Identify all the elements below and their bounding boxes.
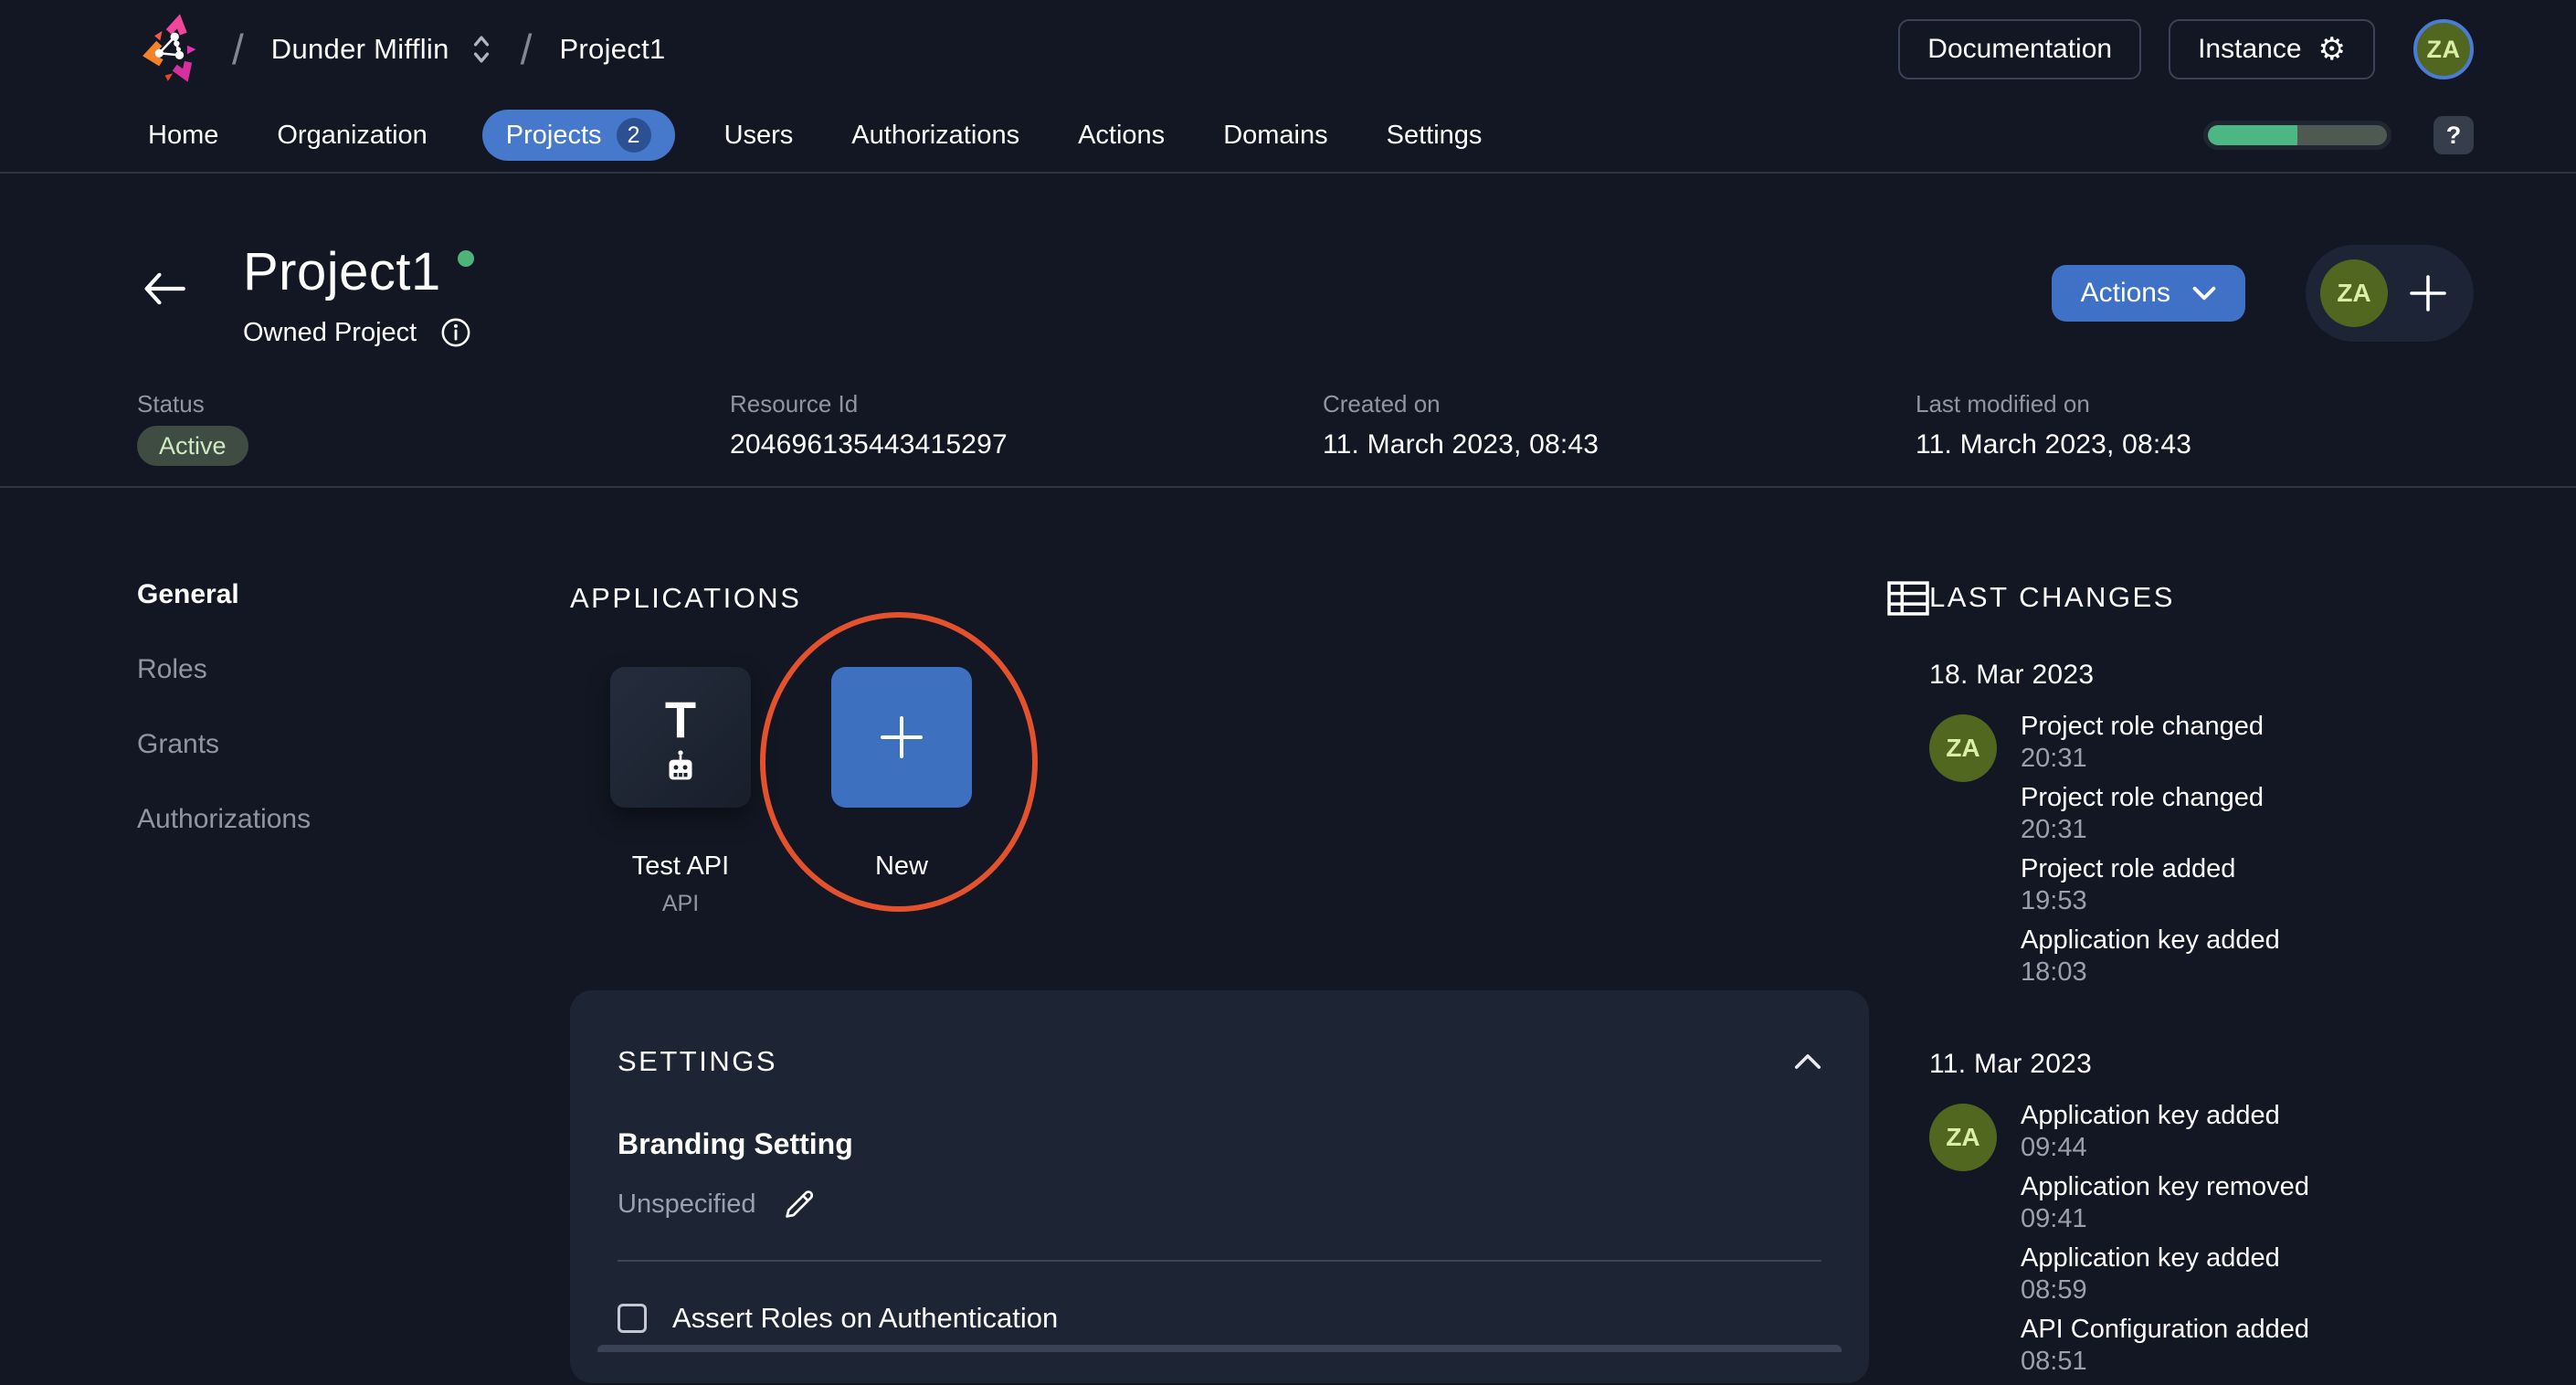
plus-icon bbox=[876, 712, 927, 763]
sidebar-item-authorizations[interactable]: Authorizations bbox=[137, 804, 570, 835]
resource-id-value: 204696135443415297 bbox=[730, 429, 1008, 460]
change-group: 18. Mar 2023 ZA Project role changed 20:… bbox=[1929, 660, 2476, 996]
branding-setting-value: Unspecified bbox=[618, 1189, 756, 1219]
status-label: Status bbox=[137, 390, 205, 418]
new-app-label: New bbox=[874, 851, 928, 881]
application-tiles: T Test API API New bbox=[570, 612, 1929, 917]
settings-title: SETTINGS bbox=[618, 1045, 778, 1077]
tab-actions[interactable]: Actions bbox=[1074, 121, 1168, 151]
branding-setting-label: Branding Setting bbox=[618, 1127, 853, 1160]
next-section-edge bbox=[597, 1345, 1842, 1352]
instance-button[interactable]: Instance bbox=[2169, 19, 2375, 79]
instance-label: Instance bbox=[2198, 34, 2302, 64]
back-button[interactable] bbox=[143, 272, 186, 305]
project-side-nav: General Roles Grants Authorizations bbox=[137, 488, 570, 879]
edit-branding-button[interactable] bbox=[782, 1187, 817, 1221]
members-pill: ZA bbox=[2306, 245, 2474, 342]
change-event: Application key removed 09:41 bbox=[2021, 1172, 2309, 1233]
tab-organization[interactable]: Organization bbox=[273, 121, 430, 151]
last-modified-value: 11. March 2023, 08:43 bbox=[1916, 429, 2192, 460]
app-type: API bbox=[661, 891, 700, 916]
change-avatar: ZA bbox=[1929, 714, 1997, 782]
user-avatar[interactable]: ZA bbox=[2413, 19, 2474, 79]
created-on-value: 11. March 2023, 08:43 bbox=[1323, 429, 1599, 460]
sidebar-item-general[interactable]: General bbox=[137, 579, 570, 610]
quota-progress-bar bbox=[2203, 121, 2391, 150]
tab-domains[interactable]: Domains bbox=[1219, 121, 1331, 151]
assert-roles-checkbox[interactable] bbox=[618, 1304, 647, 1333]
tab-users[interactable]: Users bbox=[721, 121, 797, 151]
tab-projects-label: Projects bbox=[505, 120, 602, 150]
breadcrumb-separator bbox=[521, 25, 533, 74]
status-dot bbox=[457, 250, 474, 267]
project-subtitle: Owned Project bbox=[243, 317, 417, 347]
change-date: 18. Mar 2023 bbox=[1929, 660, 2095, 690]
change-event: API Configuration added 08:51 bbox=[2021, 1315, 2309, 1376]
project-header: Project1 Owned Project Actions ZA bbox=[0, 174, 2576, 348]
change-event: Application key added 09:44 bbox=[2021, 1101, 2280, 1162]
gear-icon bbox=[2318, 34, 2346, 65]
documentation-button[interactable]: Documentation bbox=[1898, 19, 2142, 79]
tab-projects[interactable]: Projects 2 bbox=[481, 110, 675, 161]
change-event: Application key added 18:03 bbox=[2021, 925, 2280, 987]
top-bar: Dunder Mifflin Project1 Documentation In… bbox=[0, 0, 2576, 99]
add-member-button[interactable] bbox=[2406, 271, 2450, 315]
tab-authorizations[interactable]: Authorizations bbox=[848, 121, 1023, 151]
last-changes-title: LAST CHANGES bbox=[1929, 581, 2175, 613]
app-tile-test-api[interactable]: T bbox=[610, 667, 751, 808]
applications-title: APPLICATIONS bbox=[570, 582, 802, 614]
settings-card: SETTINGS Branding Setting Unspecified As… bbox=[570, 990, 1869, 1383]
sidebar-item-grants[interactable]: Grants bbox=[137, 729, 570, 760]
bot-icon bbox=[661, 749, 700, 786]
tab-settings[interactable]: Settings bbox=[1383, 121, 1486, 151]
project-meta: Status Active Resource Id 20469613544341… bbox=[0, 390, 2576, 466]
page-title: Project1 bbox=[243, 241, 474, 302]
tab-home[interactable]: Home bbox=[144, 121, 222, 151]
settings-divider bbox=[618, 1260, 1821, 1262]
org-switcher[interactable]: Dunder Mifflin bbox=[271, 33, 493, 66]
breadcrumb-separator bbox=[232, 25, 244, 74]
info-icon[interactable] bbox=[440, 317, 471, 348]
assert-roles-label: Assert Roles on Authentication bbox=[672, 1302, 1059, 1334]
collapse-settings-button[interactable] bbox=[1794, 1053, 1821, 1070]
change-event: Project role changed 20:31 bbox=[2021, 712, 2264, 773]
documentation-label: Documentation bbox=[1927, 34, 2113, 64]
actions-button-label: Actions bbox=[2080, 278, 2170, 308]
zitadel-logo[interactable] bbox=[137, 14, 205, 85]
last-changes-panel: LAST CHANGES 18. Mar 2023 ZA Project rol… bbox=[1929, 488, 2476, 1385]
app-initial: T bbox=[664, 690, 697, 748]
main-nav: Home Organization Projects 2 Users Autho… bbox=[0, 99, 2576, 174]
org-name: Dunder Mifflin bbox=[270, 33, 449, 65]
breadcrumb-project[interactable]: Project1 bbox=[559, 33, 665, 66]
new-app-tile[interactable] bbox=[831, 667, 972, 808]
actions-button[interactable]: Actions bbox=[2051, 265, 2245, 322]
change-group: 11. Mar 2023 ZA Application key added 09… bbox=[1929, 1049, 2476, 1385]
unfold-more-icon bbox=[470, 33, 493, 66]
change-event: Project role changed 20:31 bbox=[2021, 783, 2264, 844]
chevron-down-icon bbox=[2192, 286, 2216, 301]
change-date: 11. Mar 2023 bbox=[1929, 1049, 2093, 1079]
projects-count-badge: 2 bbox=[616, 118, 651, 153]
change-event: Application key added 08:59 bbox=[2021, 1243, 2280, 1305]
status-badge: Active bbox=[137, 426, 248, 466]
help-button[interactable]: ? bbox=[2433, 116, 2474, 154]
sidebar-item-roles[interactable]: Roles bbox=[137, 654, 570, 685]
resource-id-label: Resource Id bbox=[730, 390, 859, 418]
change-event: Project role added 19:53 bbox=[2021, 854, 2236, 915]
quota-progress-fill bbox=[2208, 125, 2297, 145]
app-name: Test API bbox=[631, 851, 730, 881]
last-modified-label: Last modified on bbox=[1916, 390, 2090, 418]
table-view-toggle[interactable] bbox=[1887, 581, 1929, 616]
created-on-label: Created on bbox=[1323, 390, 1441, 418]
change-avatar: ZA bbox=[1929, 1104, 1997, 1171]
member-avatar[interactable]: ZA bbox=[2320, 259, 2388, 327]
